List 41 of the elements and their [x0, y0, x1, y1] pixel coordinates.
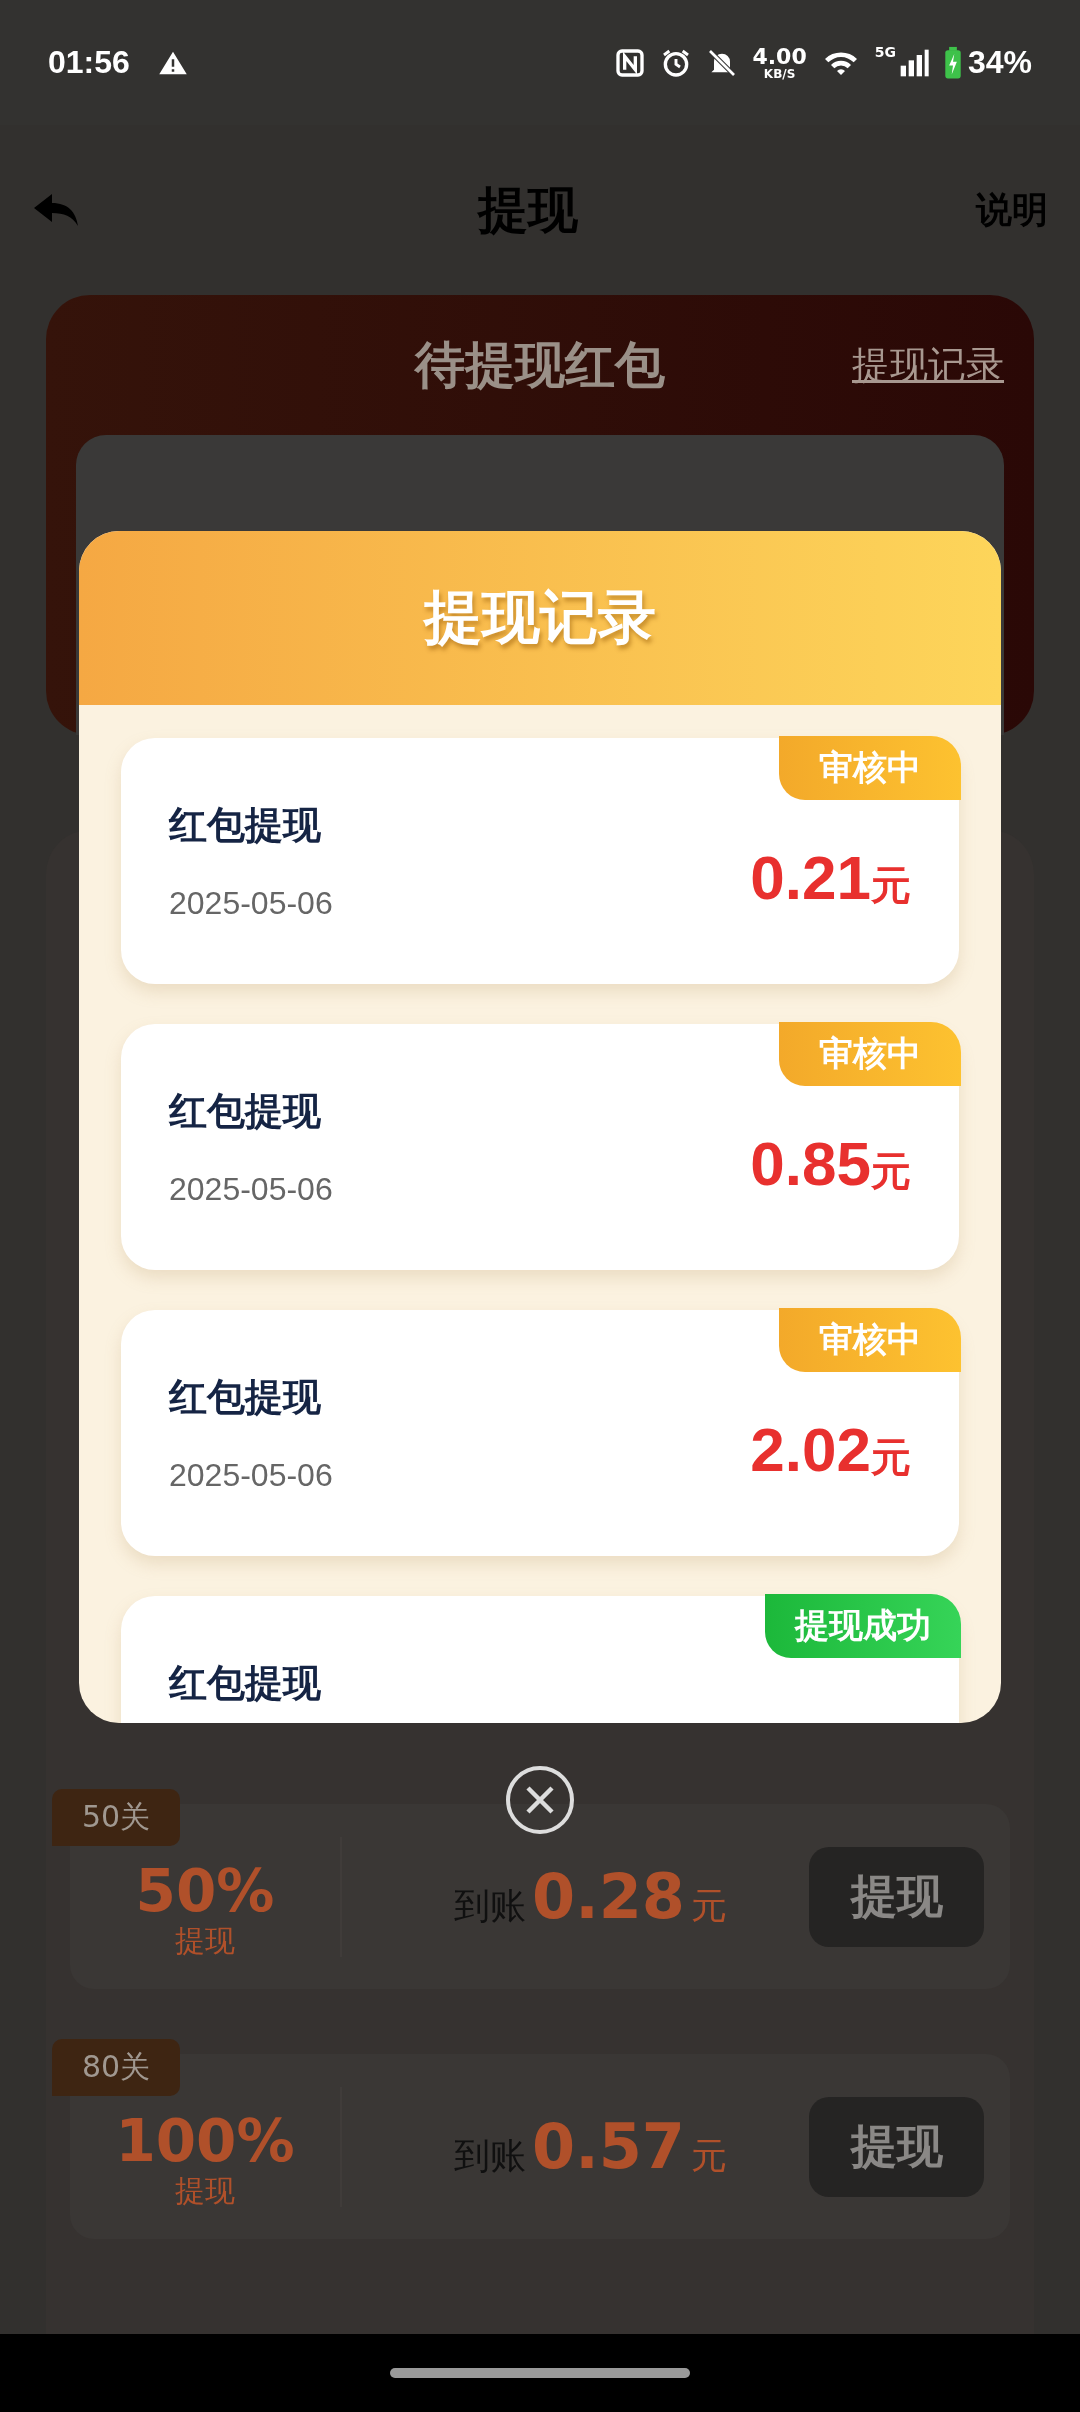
record-title: 红包提现	[169, 1088, 322, 1135]
status-badge: 提现成功	[765, 1594, 961, 1658]
dialog-title: 提现记录	[424, 582, 656, 653]
record-date: 2025-05-06	[169, 1457, 334, 1494]
network-speed-unit: KB/S	[763, 67, 796, 80]
amount-unit: 元	[691, 1884, 727, 1928]
tier-percent: 100%	[115, 2110, 295, 2172]
amount-unit: 元	[691, 2134, 727, 2178]
nfc-icon	[614, 46, 647, 79]
record-title: 红包提现	[169, 1374, 322, 1421]
battery-icon	[943, 45, 962, 80]
amount-unit: 元	[871, 1147, 911, 1196]
status-time: 01:56	[48, 44, 130, 81]
record-amount: 2.02	[750, 1414, 871, 1485]
close-icon[interactable]	[504, 1764, 576, 1836]
record-amount: 0.85	[750, 1128, 871, 1199]
record-amount: 0.21	[750, 842, 871, 913]
level-tag: 50关	[52, 1789, 181, 1846]
amount-unit: 元	[871, 1433, 911, 1482]
record-title: 红包提现	[169, 1660, 322, 1707]
tier-amount: 0.57	[532, 2110, 685, 2183]
battery-level: 34%	[967, 44, 1032, 81]
amount-unit: 元	[871, 861, 911, 910]
status-badge: 审核中	[779, 1022, 961, 1086]
status-badge: 审核中	[779, 1308, 961, 1372]
network-speed: 4.00	[752, 45, 807, 68]
network-type: 5G	[874, 44, 896, 60]
home-indicator[interactable]	[390, 2368, 690, 2378]
card-title: 待提现红包	[415, 334, 665, 396]
tier-label: 提现	[175, 2172, 235, 2211]
record-title: 红包提现	[169, 802, 322, 849]
tier-amount: 0.28	[532, 1860, 685, 1933]
record-date: 2025-05-06	[169, 1171, 334, 1208]
record-date: 2025-05-06	[169, 885, 334, 922]
withdraw-button[interactable]: 提现	[809, 2096, 984, 2197]
tier-percent: 50%	[135, 1860, 275, 1922]
history-link[interactable]: 提现记录	[852, 339, 1004, 391]
level-tag: 80关	[52, 2039, 181, 2096]
tier-label: 提现	[175, 1922, 235, 1961]
status-badge: 审核中	[779, 736, 961, 800]
withdraw-button[interactable]: 提现	[809, 1846, 984, 1947]
